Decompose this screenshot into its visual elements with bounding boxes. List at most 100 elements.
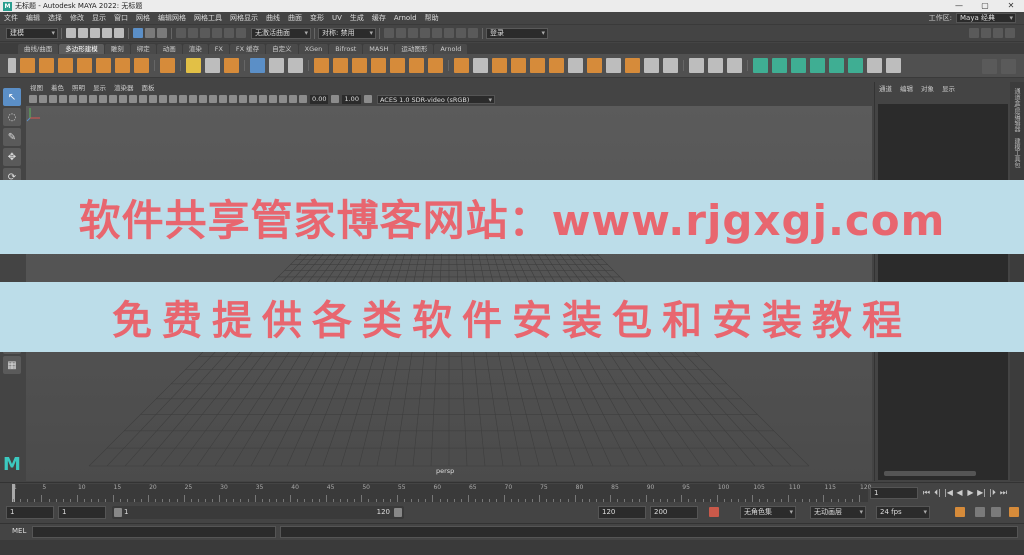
panel-menu-show[interactable]: 显示 [89, 82, 110, 92]
cylindrical-mapping-icon[interactable] [791, 58, 806, 73]
go-to-start-button[interactable]: ⏮ [922, 487, 931, 498]
modeling-toolkit-toggle-icon[interactable] [969, 28, 979, 38]
resolution-gate-icon[interactable] [109, 95, 117, 103]
menu-edit[interactable]: 编辑 [22, 13, 44, 23]
camera-based-select-icon[interactable] [269, 58, 284, 73]
use-all-lights-icon[interactable] [199, 95, 207, 103]
menu-surfaces[interactable]: 曲面 [284, 13, 306, 23]
select-tool-icon[interactable]: ↖ [3, 88, 21, 106]
chamfer-icon[interactable] [625, 58, 640, 73]
menu-uv[interactable]: UV [328, 14, 346, 22]
select-hierarchy-icon[interactable] [133, 28, 143, 38]
four-view-layout-icon[interactable]: ▦ [3, 356, 21, 374]
wireframe-icon[interactable] [159, 95, 167, 103]
render-settings-icon[interactable] [420, 28, 430, 38]
poly-sphere-icon[interactable] [20, 58, 35, 73]
gate-mask-icon[interactable] [119, 95, 127, 103]
loop-icon[interactable] [991, 507, 1001, 517]
animation-preferences-icon[interactable] [1009, 507, 1019, 517]
wireframe-on-shaded-icon[interactable] [179, 95, 187, 103]
channel-box-toggle-icon[interactable] [1005, 28, 1015, 38]
undo-icon[interactable] [102, 28, 112, 38]
render-setup-icon[interactable] [444, 28, 454, 38]
menu-curves[interactable]: 曲线 [262, 13, 284, 23]
shelf-tab-curves-surfaces[interactable]: 曲线/曲面 [18, 44, 59, 54]
bookmark-icon[interactable] [49, 95, 57, 103]
panel-menu-renderer[interactable]: 渲染器 [110, 82, 138, 92]
merge-icon[interactable] [549, 58, 564, 73]
poly-torus-icon[interactable] [96, 58, 111, 73]
menu-generate[interactable]: 生成 [346, 13, 368, 23]
key-preferences-icon[interactable] [955, 507, 965, 517]
menu-edit-mesh[interactable]: 编辑网格 [154, 13, 190, 23]
bevel-icon[interactable] [492, 58, 507, 73]
retopologize-icon[interactable] [428, 58, 443, 73]
hypershade-icon[interactable] [432, 28, 442, 38]
play-forwards-button[interactable]: ▶ [966, 487, 975, 498]
channel-box-menu-show[interactable]: 显示 [938, 83, 959, 93]
menu-help[interactable]: 帮助 [421, 13, 443, 23]
xray-joints-icon[interactable] [279, 95, 287, 103]
range-end-handle[interactable] [394, 508, 402, 517]
boolean-icon[interactable] [371, 58, 386, 73]
snap-curve-icon[interactable] [188, 28, 198, 38]
fps-dropdown[interactable]: 24 fps [876, 506, 930, 519]
character-set-dropdown[interactable]: 无角色集 [740, 506, 796, 519]
circularize-icon[interactable] [568, 58, 583, 73]
menu-arnold[interactable]: Arnold [390, 14, 421, 22]
pause-viewport-icon[interactable] [468, 28, 478, 38]
smooth-shade-icon[interactable] [169, 95, 177, 103]
separate-icon[interactable] [333, 58, 348, 73]
redo-icon[interactable] [114, 28, 124, 38]
snap-surface-icon[interactable] [236, 28, 246, 38]
safe-title-icon[interactable] [149, 95, 157, 103]
playback-start-field[interactable]: 1 [58, 506, 106, 519]
range-bar[interactable]: 1 120 [112, 506, 404, 519]
shelf-tab-sculpting[interactable]: 雕刻 [104, 44, 130, 54]
panel-menu-view[interactable]: 视图 [26, 82, 47, 92]
shelf-tab-motion-graphics[interactable]: 运动图形 [395, 44, 434, 54]
new-scene-icon[interactable] [66, 28, 76, 38]
make-live-icon[interactable] [224, 28, 234, 38]
xray-icon[interactable] [269, 95, 277, 103]
camera-select-icon[interactable] [29, 95, 37, 103]
fill-hole-icon[interactable] [511, 58, 526, 73]
command-input[interactable] [32, 526, 276, 538]
snap-point-icon[interactable] [200, 28, 210, 38]
menu-mesh-display[interactable]: 网格显示 [226, 13, 262, 23]
menu-set-dropdown[interactable]: 建模 [6, 27, 58, 39]
gamma-field[interactable]: 1.00 [342, 94, 361, 104]
collapse-icon[interactable] [587, 58, 602, 73]
attribute-editor-toggle-icon[interactable] [981, 28, 991, 38]
shelf-tab-fx[interactable]: FX [208, 44, 229, 54]
uv-editor-icon[interactable] [886, 58, 901, 73]
menu-mesh-tools[interactable]: 网格工具 [190, 13, 226, 23]
insert-edge-loop-icon[interactable] [708, 58, 723, 73]
screen-space-ao-icon[interactable] [219, 95, 227, 103]
spherical-mapping-icon[interactable] [810, 58, 825, 73]
depth-of-field-icon[interactable] [249, 95, 257, 103]
channel-box-menu-object[interactable]: 对象 [917, 83, 938, 93]
shelf-menu-icon[interactable] [8, 58, 16, 73]
shelf-tab-bifrost[interactable]: Bifrost [329, 44, 363, 54]
shelf-tab-arnold[interactable]: Arnold [434, 44, 468, 54]
menu-select[interactable]: 选择 [44, 13, 66, 23]
exposure-field[interactable]: 0.00 [310, 94, 329, 104]
automatic-mapping-icon[interactable] [772, 58, 787, 73]
login-dropdown[interactable]: 登录 [486, 27, 548, 39]
textured-icon[interactable] [189, 95, 197, 103]
poly-plane-icon[interactable] [115, 58, 130, 73]
exposure-icon[interactable] [299, 95, 307, 103]
ipr-render-icon[interactable] [408, 28, 418, 38]
view-transform-dropdown[interactable]: ACES 1.0 SDR-video (sRGB) [376, 94, 495, 104]
target-weld-icon[interactable] [727, 58, 742, 73]
move-tool-icon[interactable]: ✥ [3, 148, 21, 166]
step-forward-frame-button[interactable]: ▶| [977, 487, 986, 498]
safe-action-icon[interactable] [139, 95, 147, 103]
menu-display[interactable]: 显示 [88, 13, 110, 23]
menu-deform[interactable]: 变形 [306, 13, 328, 23]
go-to-end-button[interactable]: ⏭ [999, 487, 1008, 498]
isolate-select-icon[interactable] [259, 95, 267, 103]
shadows-icon[interactable] [209, 95, 217, 103]
animation-start-field[interactable]: 1 [6, 506, 54, 519]
